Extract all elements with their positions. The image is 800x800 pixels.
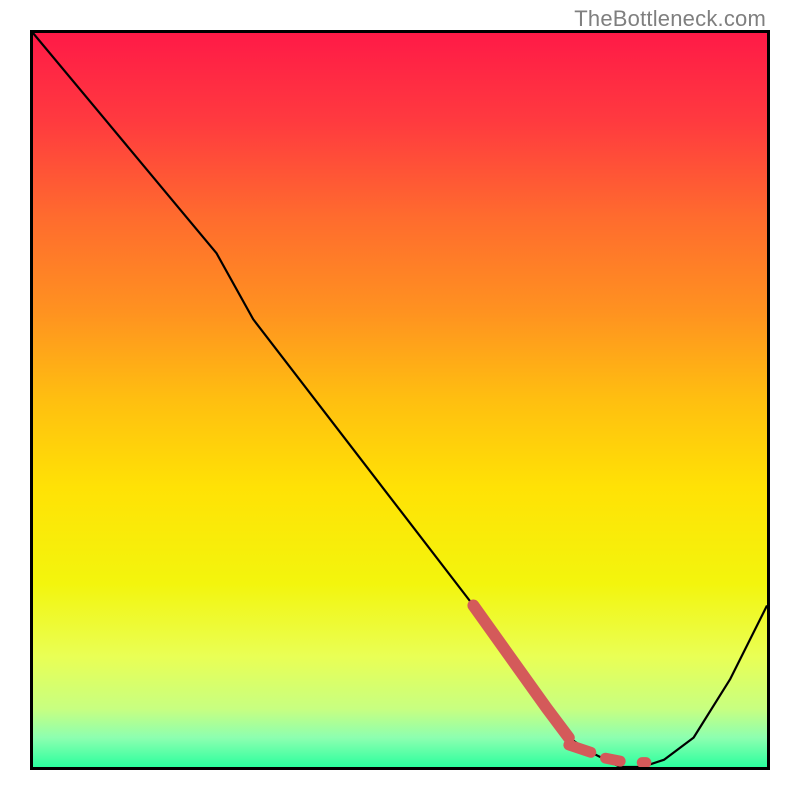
chart-lines: [33, 33, 767, 767]
chart-frame: TheBottleneck.com: [0, 0, 800, 800]
plot-area: [30, 30, 770, 770]
highlight-segment: [473, 606, 645, 763]
watermark-text: TheBottleneck.com: [574, 6, 766, 32]
bottleneck-curve: [33, 33, 767, 767]
